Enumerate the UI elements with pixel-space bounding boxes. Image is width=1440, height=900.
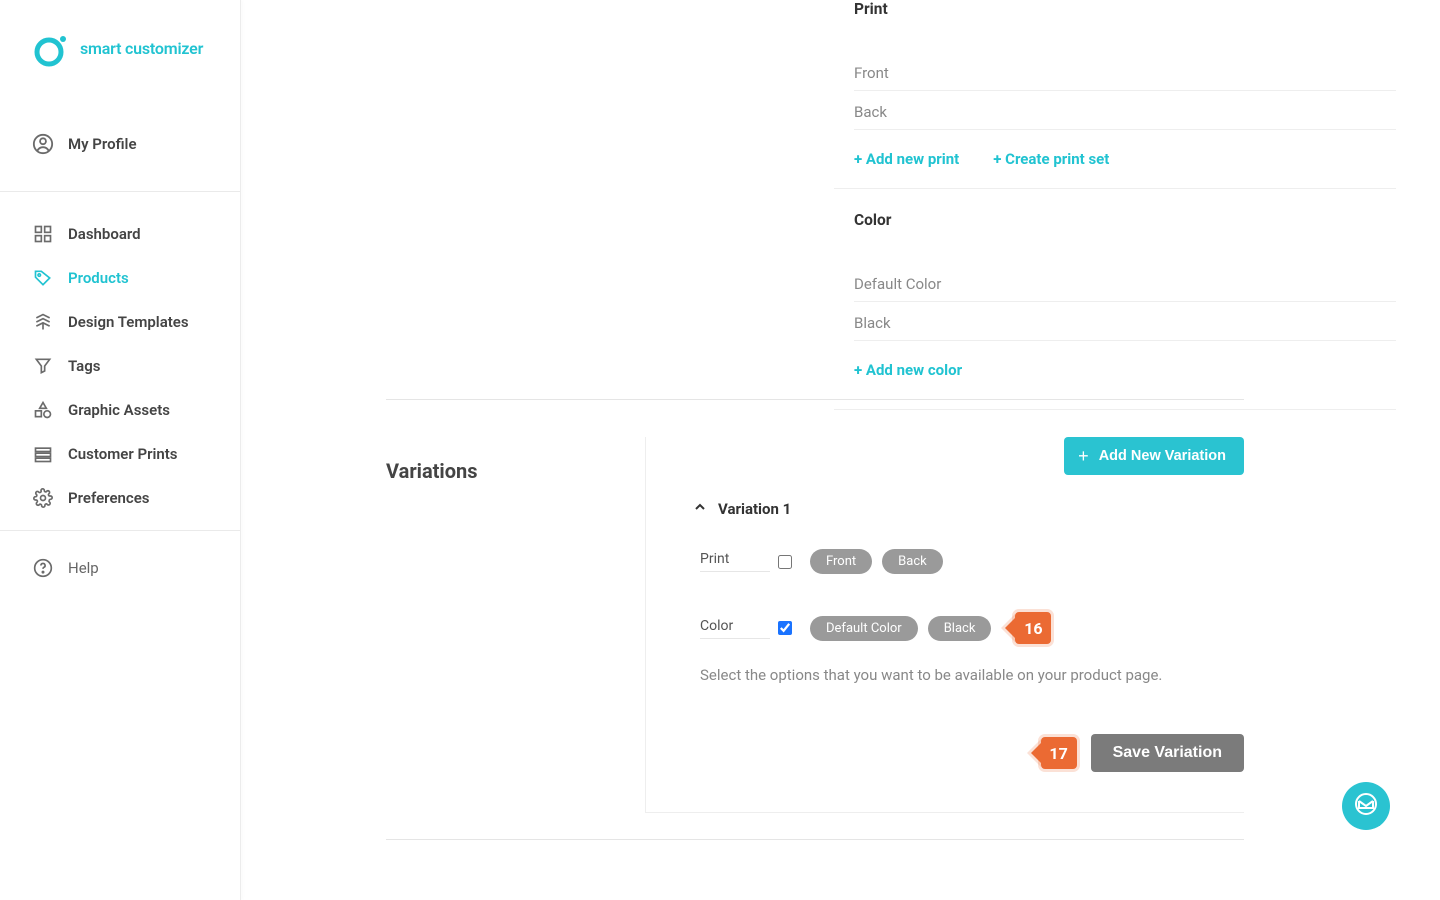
variations-section: Variations + Add New Variation Variation… <box>386 437 1244 813</box>
color-pill-black[interactable]: Black <box>928 616 992 641</box>
section-divider <box>386 839 1244 840</box>
color-option-row[interactable]: Default Color <box>854 263 1396 302</box>
layers-icon <box>32 443 54 465</box>
sidebar-item-products[interactable]: Products <box>0 256 240 300</box>
sidebar-item-graphic-assets[interactable]: Graphic Assets <box>0 388 240 432</box>
print-pill-front[interactable]: Front <box>810 549 872 574</box>
save-variation-button[interactable]: Save Variation <box>1091 734 1244 772</box>
section-divider <box>386 399 1244 400</box>
main-area: Print Front Back + Add new print + Creat… <box>242 0 1440 900</box>
sidebar-label: Tags <box>68 357 101 375</box>
filter-icon <box>32 355 54 377</box>
print-option-row[interactable]: Front <box>854 52 1396 91</box>
sidebar-label: Design Templates <box>68 313 189 331</box>
brand-name: smart customizer <box>80 39 203 58</box>
callout-17: 17 <box>1041 737 1077 769</box>
color-pill-default[interactable]: Default Color <box>810 616 918 641</box>
sidebar-label: Preferences <box>68 489 150 507</box>
options-column: Print Front Back + Add new print + Creat… <box>854 0 1396 410</box>
sidebar-label: Graphic Assets <box>68 401 170 419</box>
color-option-group: Color Default Color Black + Add new colo… <box>834 188 1396 410</box>
sidebar-item-dashboard[interactable]: Dashboard <box>0 212 240 256</box>
sidebar-label: Dashboard <box>68 225 141 243</box>
print-heading: Print <box>854 0 1396 28</box>
gear-icon <box>32 487 54 509</box>
variation-print-checkbox[interactable] <box>778 555 792 569</box>
variation-title: Variation 1 <box>718 500 791 518</box>
sidebar-item-my-profile[interactable]: My Profile <box>0 123 240 165</box>
variation-1-toggle[interactable]: Variation 1 <box>692 499 1244 519</box>
sidebar-item-design-templates[interactable]: Design Templates <box>0 300 240 344</box>
dashboard-icon <box>32 223 54 245</box>
sidebar-item-tags[interactable]: Tags <box>0 344 240 388</box>
print-option-group: Print Front Back + Add new print + Creat… <box>854 0 1396 170</box>
plus-icon: + <box>1078 447 1089 465</box>
help-circle-icon <box>32 557 54 579</box>
sidebar-label: Help <box>68 559 99 577</box>
mail-icon <box>1354 792 1378 820</box>
create-print-set-link[interactable]: + Create print set <box>993 150 1109 168</box>
brand-logo-icon <box>32 32 66 66</box>
variation-1-body: Print Front Back Color Default Color Bla… <box>692 549 1244 772</box>
color-option-row[interactable]: Black <box>854 302 1396 341</box>
sidebar-item-customer-prints[interactable]: Customer Prints <box>0 432 240 476</box>
variation-print-row: Print Front Back <box>700 549 1244 574</box>
add-new-variation-button[interactable]: + Add New Variation <box>1064 437 1244 475</box>
brand-area[interactable]: smart customizer <box>0 0 240 97</box>
sidebar-label: My Profile <box>68 135 137 153</box>
button-label: Add New Variation <box>1099 448 1226 464</box>
tag-icon <box>32 267 54 289</box>
add-new-print-link[interactable]: + Add new print <box>854 150 959 168</box>
variations-title: Variations <box>386 459 477 483</box>
sidebar-item-help[interactable]: Help <box>0 547 240 589</box>
variation-color-checkbox[interactable] <box>778 621 792 635</box>
variation-help-text: Select the options that you want to be a… <box>700 666 1244 684</box>
sidebar-label: Products <box>68 269 129 287</box>
sidebar-item-preferences[interactable]: Preferences <box>0 476 240 520</box>
shapes-icon <box>32 399 54 421</box>
variation-color-label: Color <box>700 618 770 639</box>
support-chat-fab[interactable] <box>1342 782 1390 830</box>
add-new-color-link[interactable]: + Add new color <box>854 361 962 379</box>
sidebar-label: Customer Prints <box>68 445 178 463</box>
templates-icon <box>32 311 54 333</box>
user-circle-icon <box>32 133 54 155</box>
print-pill-back[interactable]: Back <box>882 549 943 574</box>
sidebar: smart customizer My Profile Dashboard Pr… <box>0 0 241 900</box>
variation-color-row: Color Default Color Black 16 <box>700 612 1244 644</box>
color-heading: Color <box>854 211 1396 239</box>
chevron-up-icon <box>692 499 708 519</box>
variation-print-label: Print <box>700 551 770 572</box>
callout-16: 16 <box>1015 612 1051 644</box>
print-option-row[interactable]: Back <box>854 91 1396 130</box>
